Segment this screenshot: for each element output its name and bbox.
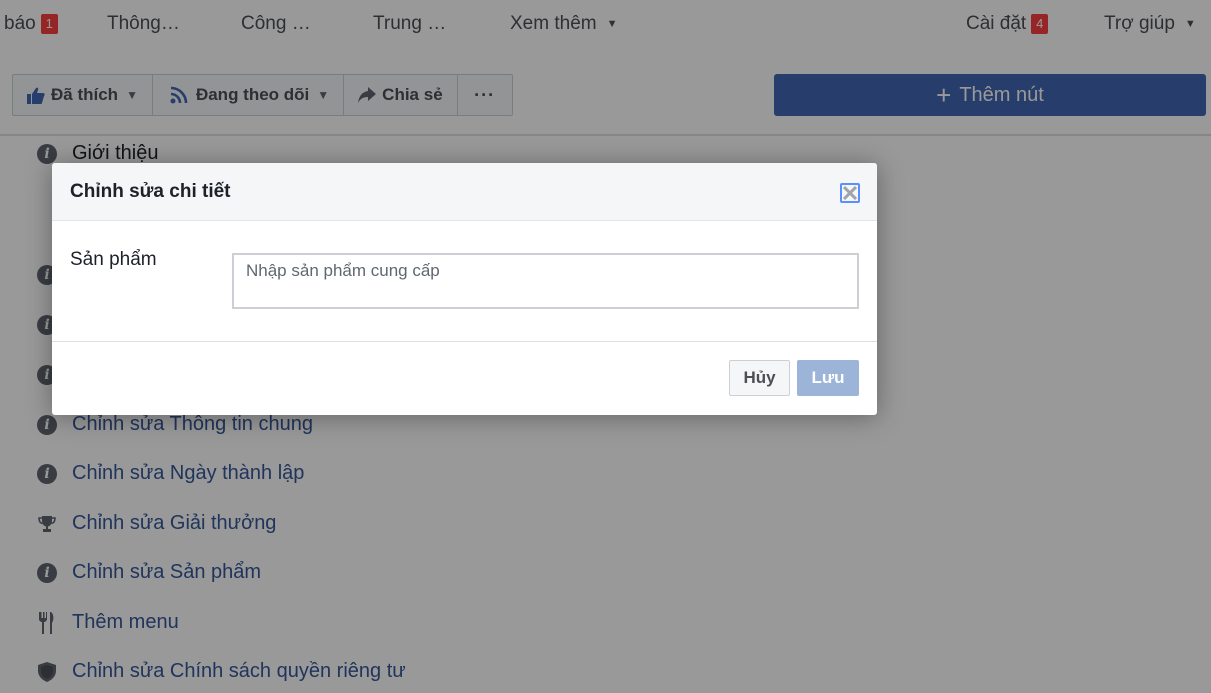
cancel-button[interactable]: Hủy — [729, 360, 790, 396]
dialog-body: Sản phẩm — [52, 221, 877, 342]
edit-details-dialog: Chỉnh sửa chi tiết Sản phẩm Hủy Lưu — [52, 163, 877, 415]
save-button[interactable]: Lưu — [797, 360, 859, 396]
dialog-footer: Hủy Lưu — [52, 342, 877, 414]
close-icon — [843, 186, 857, 200]
dialog-header: Chỉnh sửa chi tiết — [52, 163, 877, 221]
products-label: Sản phẩm — [70, 249, 157, 270]
dialog-title: Chỉnh sửa chi tiết — [70, 181, 231, 202]
products-input[interactable] — [232, 253, 859, 309]
close-button[interactable] — [840, 183, 860, 203]
